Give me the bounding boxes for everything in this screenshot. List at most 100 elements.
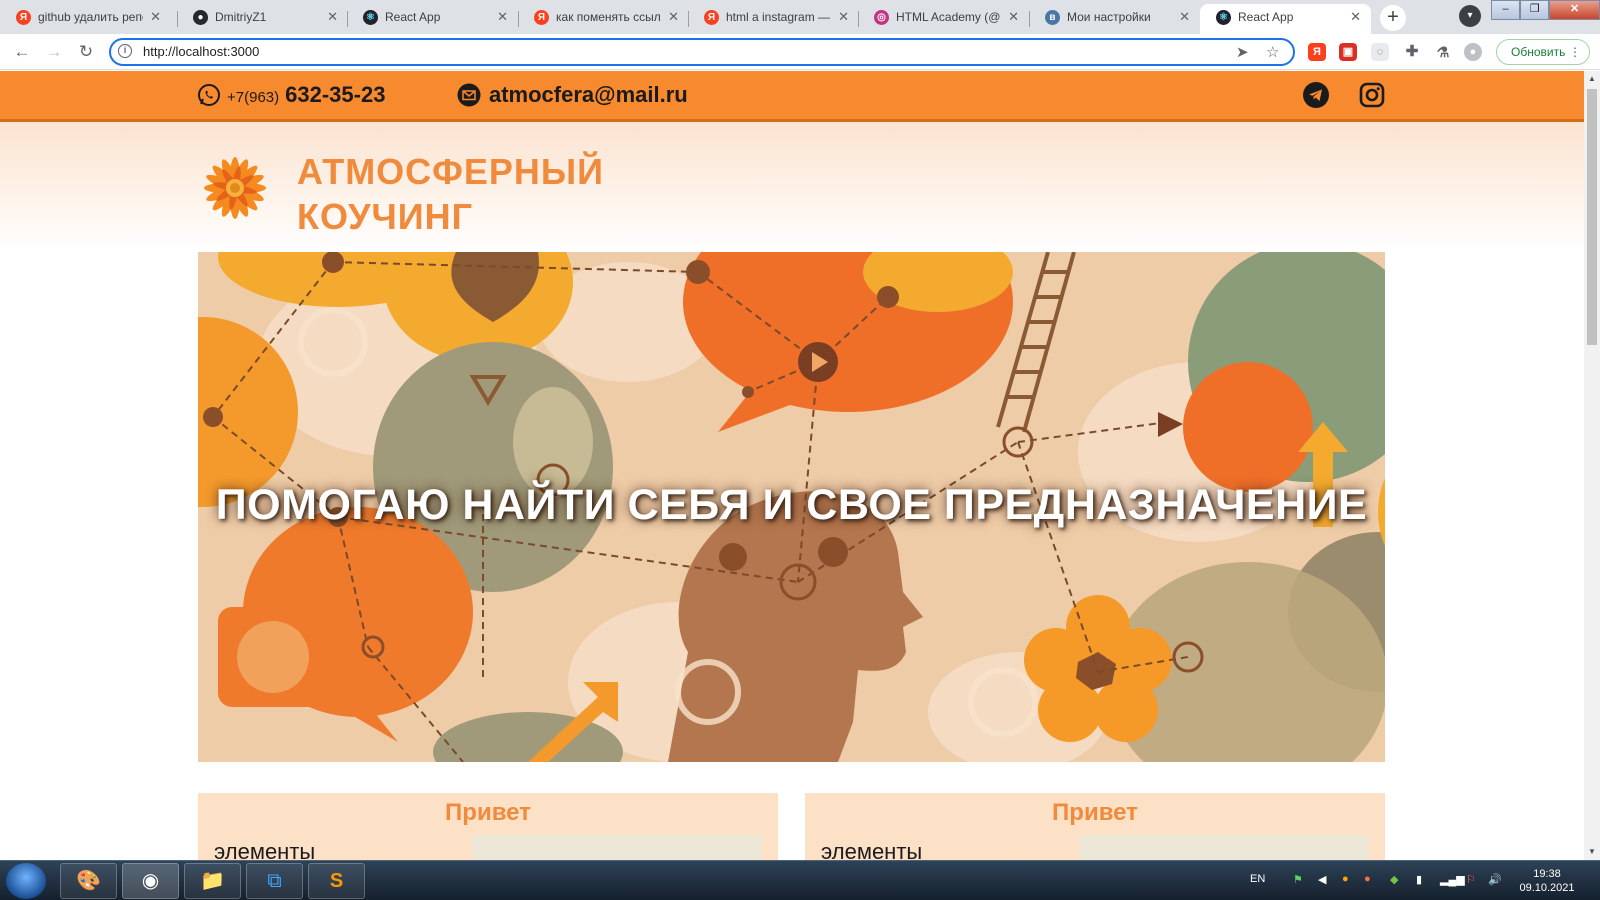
system-clock[interactable]: 19:38 09.10.2021 <box>1512 867 1582 895</box>
page-viewport: +7(963) 632-35-23 atmocfera@mail.ru АТМО… <box>0 71 1584 860</box>
reload-icon[interactable]: ↻ <box>74 40 98 64</box>
email-contact[interactable]: atmocfera@mail.ru <box>457 82 688 108</box>
back-icon[interactable]: ← <box>10 40 34 64</box>
contacts-bar: +7(963) 632-35-23 atmocfera@mail.ru <box>0 71 1584 122</box>
window-controls: – ❐ ✕ <box>1491 0 1600 20</box>
close-tab-icon[interactable]: ✕ <box>327 4 338 30</box>
yandex-extension-icon[interactable]: Я <box>1308 43 1326 61</box>
menu-dots-icon: ⋮ <box>1569 45 1581 59</box>
clock-time: 19:38 <box>1533 868 1561 880</box>
logo-flower-icon[interactable] <box>202 155 268 221</box>
tab-html-instagram[interactable]: Я html a instagram — ✕ <box>688 4 859 34</box>
labs-flask-icon[interactable]: ⚗ <box>1434 43 1452 61</box>
whatsapp-icon <box>198 84 220 106</box>
extension-icon[interactable]: ◌ <box>1371 43 1389 61</box>
phone-number: 632-35-23 <box>285 82 386 107</box>
brand-line-2: КОУЧИНГ <box>297 196 474 237</box>
new-tab-button[interactable]: + <box>1380 5 1406 31</box>
tab-label: React App <box>1238 10 1294 24</box>
vscode-app-icon[interactable]: ⧉ <box>246 863 303 899</box>
sublime-app-icon[interactable]: S <box>308 863 365 899</box>
tab-label: Мои настройки <box>1067 10 1151 24</box>
telegram-icon[interactable] <box>1303 82 1329 108</box>
close-tab-icon[interactable]: ✕ <box>668 4 679 30</box>
card-image <box>1079 835 1369 860</box>
clock-date: 09.10.2021 <box>1519 882 1575 894</box>
forward-icon[interactable]: → <box>42 40 66 64</box>
tab-label: React App <box>385 10 441 24</box>
chrome-app-icon[interactable]: ◉ <box>122 863 179 899</box>
signal-tray-icon[interactable]: ▂▄▆ <box>1440 873 1465 886</box>
scroll-up-icon[interactable]: ▲ <box>1584 71 1600 87</box>
volume-tray-icon[interactable]: 🔊 <box>1488 873 1502 886</box>
tab-github-profile[interactable]: ● DmitriyZ1 ✕ <box>177 4 348 34</box>
tab-label: html a instagram — <box>726 10 831 24</box>
yandex-icon: Я <box>534 10 549 25</box>
react-icon: ⚛ <box>1216 10 1231 25</box>
app-tray-icon[interactable]: ● <box>1342 873 1349 885</box>
brand-line-1: АТМОСФЕРНЫЙ <box>297 151 605 192</box>
browser-toolbar: ← → ↻ i http://localhost:3000 ➤ ☆ Я ▣ ◌ … <box>0 34 1600 70</box>
card-title: Привет <box>1052 799 1138 826</box>
hero-banner: ПОМОГАЮ НАЙТИ СЕБЯ И СВОЕ ПРЕДНАЗНАЧЕНИЕ <box>198 252 1385 762</box>
network-tray-icon[interactable]: ▮ <box>1416 873 1422 886</box>
start-button[interactable] <box>6 863 46 899</box>
explorer-folder-icon[interactable]: 📁 <box>184 863 241 899</box>
tab-search-icon[interactable]: ▾ <box>1459 5 1481 27</box>
address-bar[interactable]: i http://localhost:3000 ➤ ☆ <box>109 38 1295 66</box>
action-center-icon[interactable]: ⚐ <box>1466 873 1476 886</box>
bookmark-star-icon[interactable]: ☆ <box>1266 43 1279 61</box>
site-info-icon[interactable]: i <box>118 44 132 58</box>
site-header: АТМОСФЕРНЫЙ КОУЧИНГ <box>0 122 1584 252</box>
minimize-icon[interactable]: – <box>1491 0 1521 20</box>
scrollbar-thumb[interactable] <box>1587 89 1597 345</box>
card-text: элементы <box>214 839 316 860</box>
update-button[interactable]: Обновить ⋮ <box>1496 39 1590 65</box>
card-title: Привет <box>445 799 531 826</box>
nvidia-tray-icon[interactable]: ◆ <box>1390 873 1398 886</box>
flag-tray-icon[interactable]: ⚑ <box>1293 873 1303 886</box>
tab-html-academy[interactable]: ◎ HTML Academy (@h ✕ <box>858 4 1029 34</box>
update-label: Обновить <box>1511 45 1566 59</box>
close-tab-icon[interactable]: ✕ <box>838 4 849 30</box>
page-scrollbar[interactable]: ▲ ▼ <box>1584 71 1600 860</box>
close-tab-icon[interactable]: ✕ <box>1350 4 1361 30</box>
hero-title: ПОМОГАЮ НАЙТИ СЕБЯ И СВОЕ ПРЕДНАЗНАЧЕНИЕ <box>215 481 1368 529</box>
tab-label: HTML Academy (@h <box>896 10 1001 24</box>
address-url[interactable]: http://localhost:3000 <box>143 44 259 59</box>
tab-label: github удалить репозиторий <box>38 10 143 24</box>
window-close-icon[interactable]: ✕ <box>1549 0 1600 20</box>
card-text: элементы <box>821 839 923 860</box>
close-tab-icon[interactable]: ✕ <box>150 4 161 30</box>
phone-prefix: +7(963) <box>227 88 280 106</box>
scroll-down-icon[interactable]: ▼ <box>1584 844 1600 860</box>
close-tab-icon[interactable]: ✕ <box>1008 4 1019 30</box>
tab-vk-settings[interactable]: в Мои настройки ✕ <box>1029 4 1200 34</box>
email-icon <box>457 83 481 107</box>
phone-contact[interactable]: +7(963) 632-35-23 <box>197 82 385 108</box>
instagram-icon: ◎ <box>874 10 889 25</box>
tab-react-app-active[interactable]: ⚛ React App ✕ <box>1200 4 1371 34</box>
tab-label: DmitriyZ1 <box>215 10 267 24</box>
tab-change-link[interactable]: Я как поменять ссылку ✕ <box>518 4 689 34</box>
brand-title[interactable]: АТМОСФЕРНЫЙ КОУЧИНГ <box>297 149 604 239</box>
tab-react-app[interactable]: ⚛ React App ✕ <box>347 4 518 34</box>
screenshot-extension-icon[interactable]: ▣ <box>1339 43 1357 61</box>
close-tab-icon[interactable]: ✕ <box>1179 4 1190 30</box>
instagram-icon[interactable] <box>1359 82 1385 108</box>
paint-app-icon[interactable]: 🎨 <box>60 863 117 899</box>
puzzle-icon[interactable]: ✚ <box>1403 43 1421 61</box>
github-icon: ● <box>193 10 208 25</box>
speaker-tray-icon[interactable]: ◀ <box>1318 873 1326 886</box>
app-tray-icon-2[interactable]: ● <box>1364 873 1371 885</box>
tab-label: как поменять ссылку <box>556 10 661 24</box>
close-tab-icon[interactable]: ✕ <box>497 4 508 30</box>
info-card-right: Привет элементы <box>805 793 1385 860</box>
tab-strip: Я github удалить репозиторий ✕ ● Dmitriy… <box>0 0 1600 34</box>
language-indicator[interactable]: EN <box>1250 873 1265 885</box>
profile-avatar-icon[interactable]: ● <box>1464 43 1482 61</box>
tab-github-delete[interactable]: Я github удалить репозиторий ✕ <box>0 4 171 34</box>
yandex-icon: Я <box>704 10 719 25</box>
send-icon[interactable]: ➤ <box>1236 43 1249 61</box>
restore-icon[interactable]: ❐ <box>1520 0 1550 20</box>
